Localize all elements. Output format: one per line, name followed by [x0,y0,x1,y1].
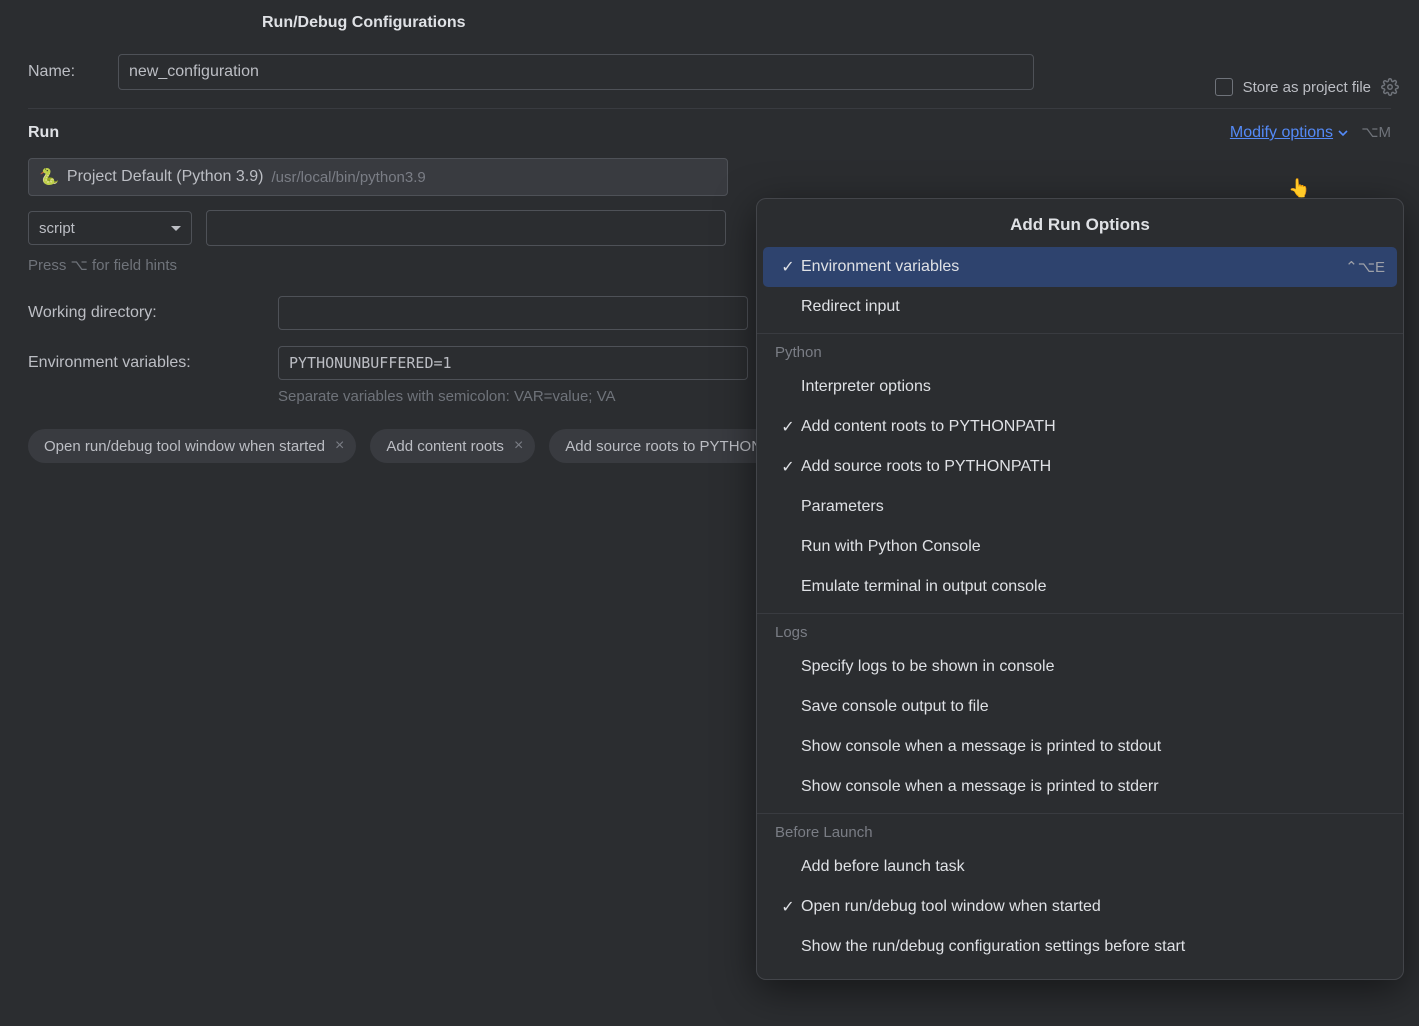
name-input[interactable] [118,54,1034,90]
divider [28,108,1391,109]
popup-item[interactable]: Save console output to file [757,687,1403,727]
check-icon: ✓ [775,457,801,477]
popup-item-label: Interpreter options [801,378,931,396]
popup-item[interactable]: Emulate terminal in output console [757,567,1403,607]
popup-item-label: Add source roots to PYTHONPATH [801,458,1051,476]
popup-item-label: Add before launch task [801,858,965,876]
name-label: Name: [28,63,118,81]
popup-item[interactable]: ✓Open run/debug tool window when started [757,887,1403,927]
popup-item[interactable]: Show console when a message is printed t… [757,727,1403,767]
option-chip[interactable]: Open run/debug tool window when started × [28,429,356,463]
environment-variables-input[interactable] [278,346,748,380]
popup-item-label: Environment variables [801,258,959,276]
option-chip[interactable]: Add content roots × [370,429,535,463]
popup-item-label: Open run/debug tool window when started [801,898,1101,916]
close-icon[interactable]: × [335,438,344,454]
popup-item-label: Specify logs to be shown in console [801,658,1054,676]
modify-options-shortcut: ⌥M [1361,124,1391,141]
popup-item-label: Show console when a message is printed t… [801,738,1161,756]
popup-item-label: Save console output to file [801,698,989,716]
popup-item[interactable]: Interpreter options [757,367,1403,407]
popup-item[interactable]: Show console when a message is printed t… [757,767,1403,807]
run-section-title: Run [28,124,59,142]
popup-item-label: Show the run/debug configuration setting… [801,938,1185,956]
popup-item[interactable]: ✓Add content roots to PYTHONPATH [757,407,1403,447]
interpreter-path: /usr/local/bin/python3.9 [271,169,425,186]
popup-item-label: Run with Python Console [801,538,981,556]
popup-item[interactable]: Parameters [757,487,1403,527]
interpreter-selector[interactable]: 🐍 Project Default (Python 3.9) /usr/loca… [28,158,728,196]
script-path-input[interactable] [206,210,726,246]
working-directory-input[interactable] [278,296,748,330]
popup-section-header: Logs [757,613,1403,647]
popup-item[interactable]: Add before launch task [757,847,1403,887]
script-mode-select[interactable]: script [28,211,192,245]
interpreter-name: Project Default (Python 3.9) [67,168,264,186]
check-icon: ✓ [775,897,801,917]
popup-item-label: Show console when a message is printed t… [801,778,1159,796]
dialog-title: Run/Debug Configurations [0,0,1419,44]
popup-item[interactable]: ✓Add source roots to PYTHONPATH [757,447,1403,487]
chip-label: Open run/debug tool window when started [44,438,325,455]
check-icon: ✓ [775,257,801,277]
popup-section-header: Python [757,333,1403,367]
popup-item-shortcut: ⌃⌥E [1345,258,1385,276]
store-project-file-checkbox[interactable] [1215,78,1233,96]
add-run-options-popup: Add Run Options ✓Environment variables⌃⌥… [756,198,1404,980]
popup-item[interactable]: Run with Python Console [757,527,1403,567]
popup-item-label: Parameters [801,498,884,516]
popup-item[interactable]: ✓Environment variables ⌃⌥E [763,247,1397,287]
modify-options-link[interactable]: Modify options [1230,124,1349,142]
working-directory-label: Working directory: [28,304,278,322]
popup-item-label: Add content roots to PYTHONPATH [801,418,1056,436]
popup-item[interactable]: Show the run/debug configuration setting… [757,927,1403,967]
chip-label: Add content roots [386,438,504,455]
chevron-down-icon [1337,127,1349,139]
popup-title: Add Run Options [757,209,1403,247]
popup-section-header: Before Launch [757,813,1403,847]
popup-item-label: Emulate terminal in output console [801,578,1046,596]
popup-item[interactable]: Redirect input [757,287,1403,327]
close-icon[interactable]: × [514,438,523,454]
store-project-file-label: Store as project file [1243,79,1371,96]
environment-variables-label: Environment variables: [28,354,278,372]
python-icon: 🐍 [39,167,59,187]
check-icon: ✓ [775,417,801,437]
popup-item-label: Redirect input [801,298,900,316]
gear-icon[interactable] [1381,78,1399,96]
popup-item[interactable]: Specify logs to be shown in console [757,647,1403,687]
